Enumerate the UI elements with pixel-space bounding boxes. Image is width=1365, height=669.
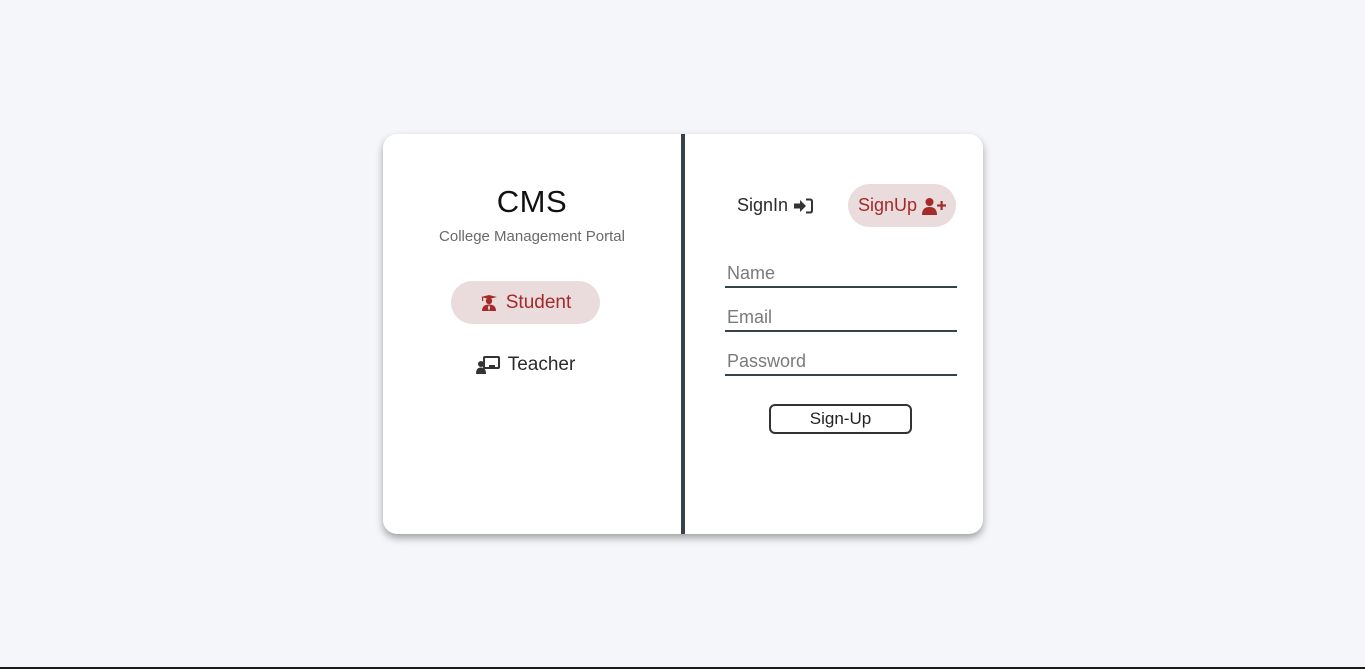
role-teacher-button[interactable]: Teacher [451, 345, 600, 385]
tab-signin-label: SignIn [736, 195, 789, 215]
sign-in-icon [793, 198, 814, 214]
brand-title: CMS [496, 184, 568, 219]
email-field[interactable] [725, 306, 957, 332]
role-panel: CMS College Management Portal Student Te… [383, 134, 681, 534]
tab-signup-label: SignUp [857, 195, 918, 215]
auth-panel: SignIn SignUp Name Email Sign-Up [685, 134, 983, 534]
user-plus-icon [922, 197, 947, 215]
role-student-button[interactable]: Student [451, 281, 600, 324]
student-graduate-icon [480, 294, 498, 312]
role-teacher-label: Teacher [507, 354, 576, 375]
tab-signin[interactable]: SignIn [725, 184, 825, 227]
auth-card: CMS College Management Portal Student Te… [383, 134, 983, 534]
role-student-label: Student [505, 291, 572, 313]
brand-subtitle: College Management Portal [439, 228, 625, 245]
password-field[interactable] [725, 350, 957, 376]
teacher-board-icon [475, 356, 500, 374]
name-field[interactable] [725, 262, 957, 288]
page: CMS College Management Portal Student Te… [0, 0, 1365, 669]
sign-up-button[interactable]: Sign-Up [769, 404, 912, 434]
tab-signup[interactable]: SignUp [848, 184, 956, 227]
